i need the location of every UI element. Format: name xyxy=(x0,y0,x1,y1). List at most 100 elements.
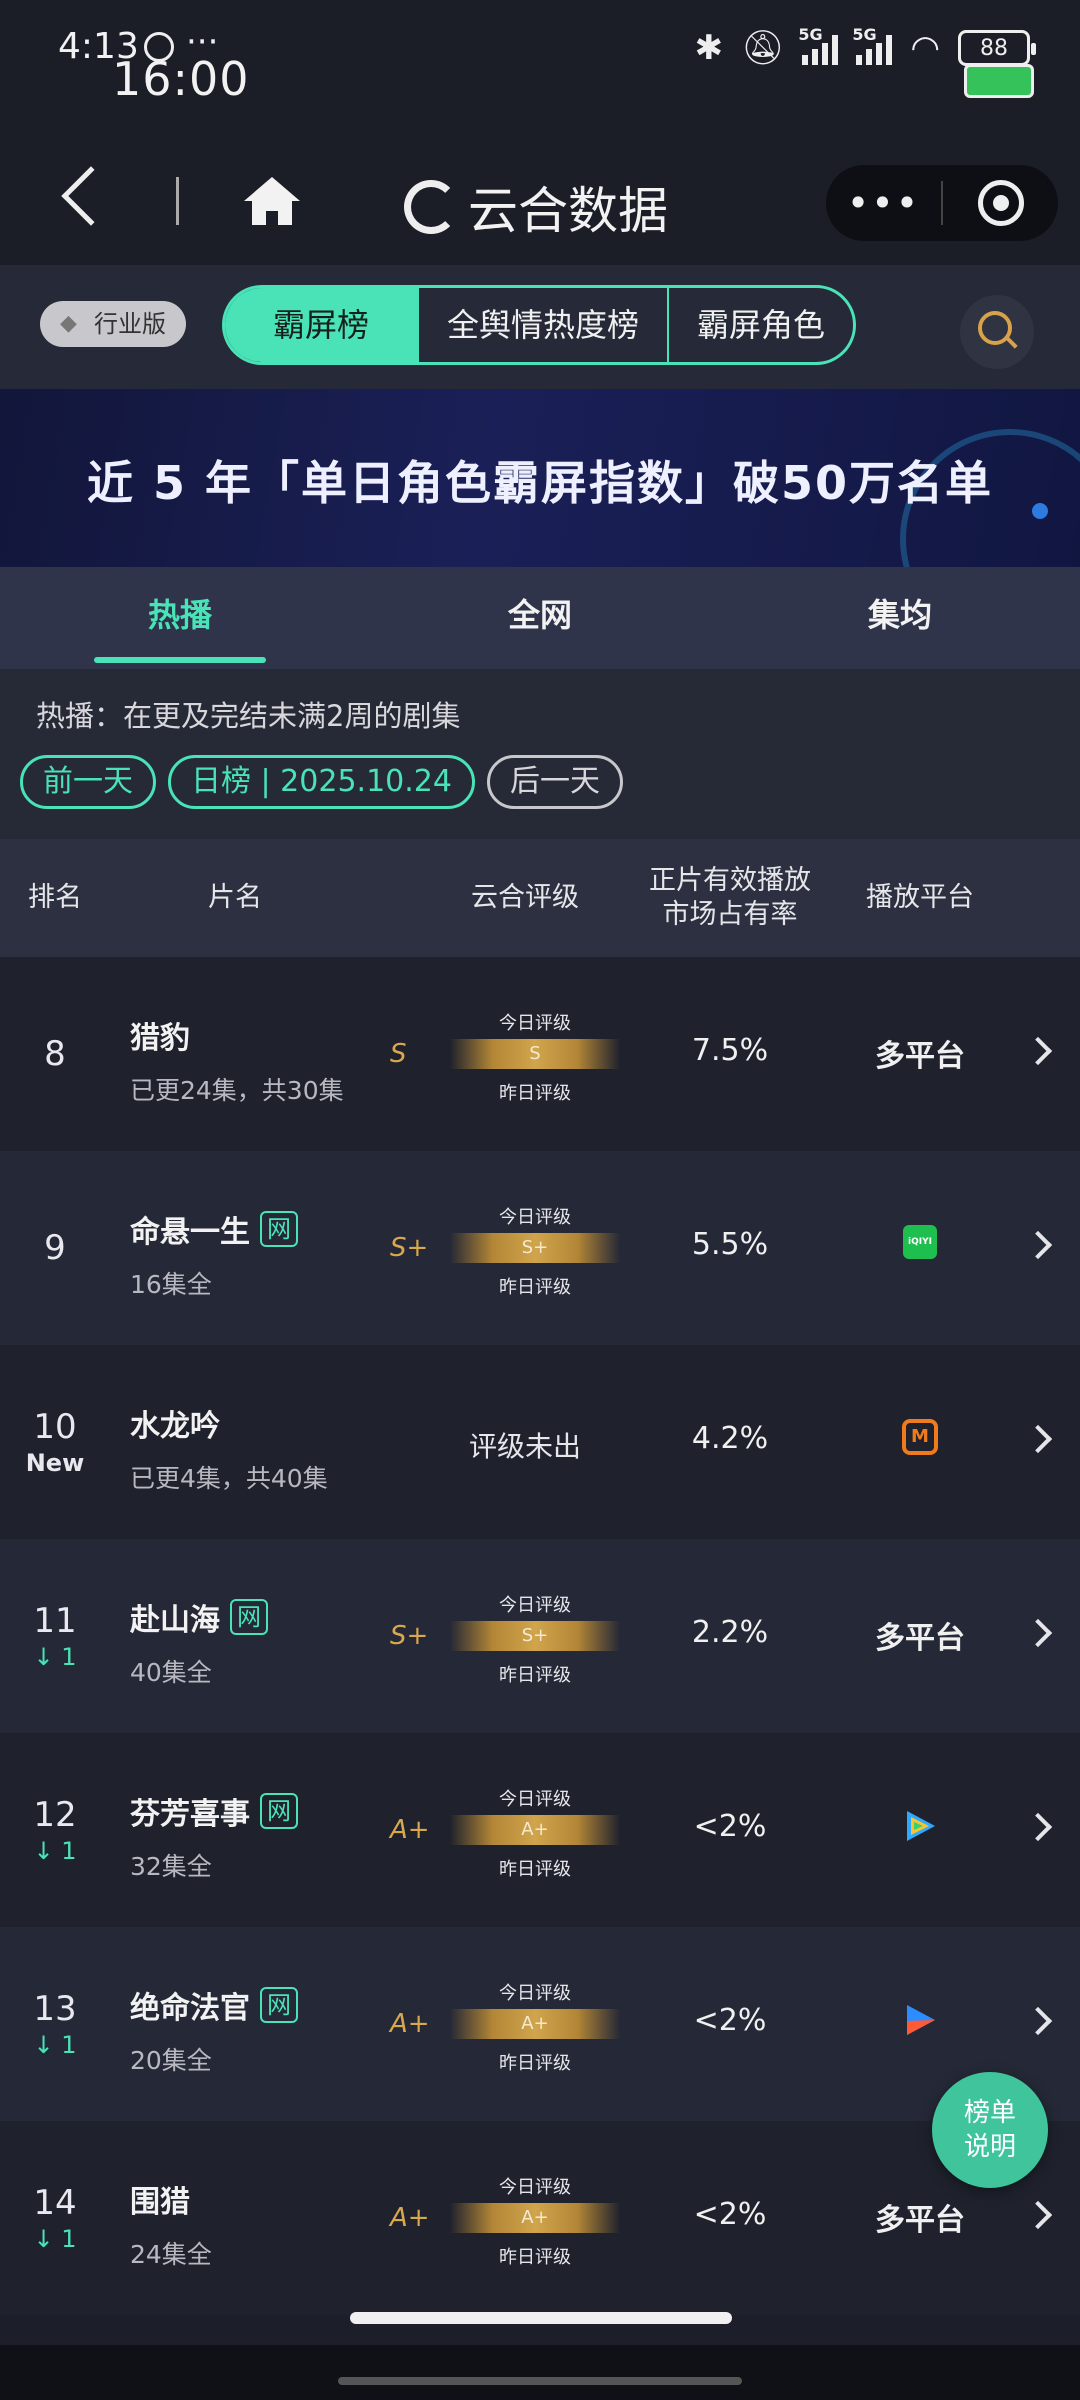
platform-cell: iQIYI xyxy=(840,1225,1000,1259)
table-row[interactable]: 8 猎豹 已更24集，共30集 S 今日评级 S 昨日评级 7.5% 多平台 xyxy=(0,957,1080,1151)
platform-cell: 多平台 xyxy=(840,1031,1000,1075)
ranking-explanation-button[interactable]: 榜单 说明 xyxy=(932,2072,1048,2188)
tab-per-episode[interactable]: 集均 xyxy=(720,567,1080,669)
app-title: 云合数据 xyxy=(468,182,668,240)
grade-letter: A+ xyxy=(390,2203,430,2233)
grade-cell: A+ 今日评级 A+ 昨日评级 xyxy=(390,1927,620,2121)
title-cell: 水龙吟 已更4集，共40集 xyxy=(130,1401,328,1495)
more-icon[interactable]: ••• xyxy=(826,181,941,225)
grade-bar: S xyxy=(450,1039,620,1069)
platform-label: 多平台 xyxy=(875,1039,965,1074)
market-share-value: 4.2% xyxy=(691,1421,769,1456)
back-icon[interactable] xyxy=(61,166,121,226)
rank-change-down: ↓ 1 xyxy=(33,2225,77,2253)
today-grade-label: 今日评级 xyxy=(499,1595,571,1616)
web-drama-tag: 网 xyxy=(260,1987,298,2023)
tab-dominant-roles[interactable]: 霸屏角色 xyxy=(667,288,853,362)
rank-cell: 8 xyxy=(0,957,110,1151)
tab-public-opinion-heat[interactable]: 全舆情热度榜 xyxy=(417,288,667,362)
tab-hot-airing[interactable]: 热播 xyxy=(0,567,360,669)
previous-day-button[interactable]: 前一天 xyxy=(20,755,156,809)
yesterday-grade-label: 昨日评级 xyxy=(499,2247,571,2268)
episode-info: 32集全 xyxy=(130,1852,212,1881)
grade-letter: S+ xyxy=(390,1621,429,1651)
grade-bar: A+ xyxy=(450,2009,620,2039)
next-day-button[interactable]: 后一天 xyxy=(486,755,623,809)
date-selector[interactable]: 日榜 | 2025.10.24 xyxy=(168,755,475,809)
platform-cell: 多平台 xyxy=(840,2195,1000,2239)
industry-edition-badge[interactable]: 行业版 xyxy=(40,301,186,347)
today-grade-label: 今日评级 xyxy=(499,1013,571,1034)
app-logo: 云合数据 xyxy=(404,171,668,243)
drama-title: 围猎 xyxy=(130,2185,190,2220)
rank-change-down: ↓ 1 xyxy=(33,1837,77,1865)
title-cell: 芬芳喜事网 32集全 xyxy=(130,1789,298,1883)
web-drama-tag: 网 xyxy=(230,1599,268,1635)
header-rank: 排名 xyxy=(28,882,82,913)
chevron-right-icon[interactable] xyxy=(1023,1618,1053,1648)
system-nav-bar xyxy=(0,2345,1080,2400)
market-share-value: 7.5% xyxy=(691,1033,769,1068)
table-row[interactable]: 9 命悬一生网 16集全 S+ 今日评级 S+ 昨日评级 5.5% iQIYI xyxy=(0,1151,1080,1345)
today-grade-label: 今日评级 xyxy=(499,1789,571,1810)
table-header: 排名 片名 云合评级 正片有效播放 市场占有率 播放平台 xyxy=(0,839,1080,957)
rank-number: 11 xyxy=(33,1601,77,1641)
title-cell: 围猎 24集全 xyxy=(130,2177,212,2271)
episode-info: 24集全 xyxy=(130,2240,212,2269)
grade-cell: S+ 今日评级 S+ 昨日评级 xyxy=(390,1151,620,1345)
table-row[interactable]: 11 ↓ 1 赴山海网 40集全 S+ 今日评级 S+ 昨日评级 2.2% 多平… xyxy=(0,1539,1080,1733)
nav-bar: 云合数据 ••• xyxy=(0,135,1080,265)
chevron-right-icon[interactable] xyxy=(1023,1812,1053,1842)
chevron-right-icon[interactable] xyxy=(1023,2006,1053,2036)
fab-line2: 说明 xyxy=(963,2132,1016,2162)
yesterday-grade-label: 昨日评级 xyxy=(499,1859,571,1880)
grade-letter: S xyxy=(390,1039,407,1069)
rank-number: 10 xyxy=(33,1407,77,1447)
chevron-right-icon[interactable] xyxy=(1023,2200,1053,2230)
grade-cell: A+ 今日评级 A+ 昨日评级 xyxy=(390,1733,620,1927)
ranking-list: 8 猎豹 已更24集，共30集 S 今日评级 S 昨日评级 7.5% 多平台 9… xyxy=(0,957,1080,2315)
rank-change-down: ↓ 1 xyxy=(33,2031,77,2059)
table-row[interactable]: 10 New 水龙吟 已更4集，共40集 评级未出 4.2% M xyxy=(0,1345,1080,1539)
chevron-right-icon[interactable] xyxy=(1023,1424,1053,1454)
promo-banner[interactable]: 近 5 年「单日角色霸屏指数」破50万名单 xyxy=(0,389,1080,567)
chevron-right-icon[interactable] xyxy=(1023,1036,1053,1066)
fab-line1: 榜单 xyxy=(963,2098,1016,2128)
episode-info: 20集全 xyxy=(130,2046,212,2075)
table-row[interactable]: 13 ↓ 1 绝命法官网 20集全 A+ 今日评级 A+ 昨日评级 <2% xyxy=(0,1927,1080,2121)
grade-not-available: 评级未出 xyxy=(468,1430,581,1463)
drama-title: 水龙吟 xyxy=(130,1409,220,1444)
grade-bar: S+ xyxy=(450,1621,620,1651)
rank-number: 14 xyxy=(33,2183,77,2223)
close-mini-program-button[interactable] xyxy=(943,180,1058,226)
web-drama-tag: 网 xyxy=(260,1793,298,1829)
search-icon[interactable] xyxy=(960,295,1034,369)
rank-cell: 14 ↓ 1 xyxy=(0,2121,110,2315)
grade-cell: S+ 今日评级 S+ 昨日评级 xyxy=(390,1539,620,1733)
charging-icon xyxy=(964,64,1034,98)
grade-bar: A+ xyxy=(450,2203,620,2233)
home-indicator[interactable] xyxy=(350,2312,732,2324)
header-market-share-line1: 正片有效播放 xyxy=(649,865,811,896)
market-share-value: <2% xyxy=(693,2197,767,2232)
target-icon xyxy=(977,180,1024,226)
tab-all-network[interactable]: 全网 xyxy=(360,567,720,669)
platform-cell: 多平台 xyxy=(840,1613,1000,1657)
title-cell: 命悬一生网 16集全 xyxy=(130,1207,298,1301)
status-time-big: 16:00 xyxy=(112,52,250,106)
status-bar: 4:13 ··· 16:00 ✱ 🔕︎ 5G 5G ◠ 88 xyxy=(0,0,1080,135)
platform-cell xyxy=(840,2001,1000,2039)
platform-cell: M xyxy=(840,1419,1000,1455)
table-row[interactable]: 14 ↓ 1 围猎 24集全 A+ 今日评级 A+ 昨日评级 <2% 多平台 xyxy=(0,2121,1080,2315)
rank-number: 12 xyxy=(33,1795,77,1835)
chevron-right-icon[interactable] xyxy=(1023,1230,1053,1260)
tab-screen-dominance[interactable]: 霸屏榜 xyxy=(225,288,418,362)
episode-info: 已更4集，共40集 xyxy=(130,1464,328,1493)
ranking-type-row: 行业版 霸屏榜 全舆情热度榜 霸屏角色 xyxy=(0,265,1080,389)
web-drama-tag: 网 xyxy=(260,1211,298,1247)
drama-title: 赴山海 xyxy=(130,1603,220,1638)
grade-bar: S+ xyxy=(450,1233,620,1263)
home-icon[interactable] xyxy=(240,173,304,229)
rank-cell: 10 New xyxy=(0,1345,110,1539)
table-row[interactable]: 12 ↓ 1 芬芳喜事网 32集全 A+ 今日评级 A+ 昨日评级 <2% xyxy=(0,1733,1080,1927)
